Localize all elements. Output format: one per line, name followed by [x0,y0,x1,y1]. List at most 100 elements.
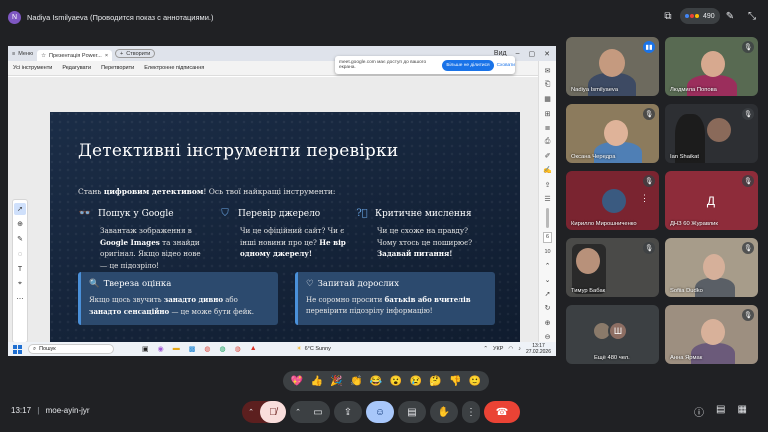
store-icon[interactable]: ▩ [189,345,196,353]
participant-tile[interactable]: 🎙 Sofiia Dudko [665,238,758,297]
minimize-icon[interactable]: – [516,50,520,58]
reaction-clap[interactable]: 👏 [350,376,362,387]
reactions-button[interactable]: ☺ [366,401,394,423]
audio-options-chevron-icon[interactable]: ⌃ [242,401,260,423]
rotate-icon[interactable]: ↻ [545,303,551,313]
menu-convert[interactable]: Перетворити [101,65,134,71]
stop-sharing-button[interactable]: Більше не ділитися [442,59,494,71]
participant-tile[interactable]: 🎙 Оксана Чередра [566,104,659,163]
reaction-sparkle-heart[interactable]: 💖 [291,376,303,387]
page-up-icon[interactable]: ⌃ [545,261,551,271]
menu-esign[interactable]: Електронне підписання [144,65,204,71]
pen-icon[interactable]: ✎ [722,9,738,23]
tray-chevron-icon[interactable]: ⌃ [483,346,488,352]
explorer-icon[interactable]: ▬ [173,345,180,353]
participant-avatar-initial: Д [706,194,716,208]
comment-icon[interactable]: ✉ [545,66,551,76]
reaction-thumbs-up[interactable]: 👍 [310,376,322,387]
reaction-thinking[interactable]: 🤔 [429,376,441,387]
taskbar-search[interactable]: ⌕ Пошук [28,344,114,354]
mic-off-button[interactable]: 🎙̸ [260,401,286,423]
collapse-icon[interactable]: ⤡ [744,9,760,23]
video-options-chevron-icon[interactable]: ⌃ [290,401,306,423]
chrome-icon[interactable]: ◍ [204,345,210,353]
chart-icon[interactable]: ☰ [544,194,550,204]
signature-icon[interactable]: ✍ [543,165,552,175]
new-tab-button[interactable]: + Створити [115,49,156,58]
reaction-surprised[interactable]: 😮 [390,376,402,387]
participant-tile[interactable]: 🎙 ⋮ Кирилло Мирошниченко [566,171,659,230]
more-participants-tile[interactable]: Ш Ещё 480 чел. [566,305,659,364]
zoom-icon[interactable]: ⊕ [14,218,26,230]
more-icon[interactable]: ⋯ [14,293,26,305]
participants-chip[interactable]: 490 [680,8,720,24]
pen-tool-icon[interactable]: ✎ [14,233,26,245]
reaction-add-icon[interactable]: 🙂 [469,376,481,387]
shared-screen: ≡ Меню ☆ Презентація Power... × + Створити В… [8,46,556,356]
taskbar-clock[interactable]: 13:17 27.02.2026 [526,343,551,355]
participant-name: Тимур Бабак [571,288,606,294]
stamp-icon[interactable]: ⌖ [14,278,26,290]
participant-tile[interactable]: 🎙 Тимур Бабак [566,238,659,297]
reaction-sad[interactable]: 😢 [409,376,421,387]
total-pages: 10 [544,248,551,255]
cursor-icon[interactable]: ➚ [14,203,26,215]
zoom-in-icon[interactable]: ⊕ [545,318,551,328]
chrome-3-icon[interactable]: ◍ [235,345,241,353]
pdf-right-sidebar: ✉ ⎗ ▦ ⊞ ≣ ⎙ ✐ ✍ ⇪ ☰ 6 10 ⌃ ⌄ ➚ ↻ ⊕ ⊖ [538,61,556,342]
copilot-icon[interactable]: ◉ [158,345,164,353]
edit-icon[interactable]: ✐ [545,151,551,161]
more-options-icon[interactable]: ⋮ [640,193,649,204]
menu-all-tools[interactable]: Усі інструменти [13,65,52,71]
speaking-indicator-icon: ▮▮ [643,41,655,53]
print-icon[interactable]: ⎙ [545,137,551,147]
task-view-icon[interactable]: ▣ [142,345,149,353]
info-icon[interactable]: ⓘ [694,404,704,419]
participant-tile[interactable]: Д 🎙 ДНЗ 60 Журавлик [665,171,758,230]
language-indicator[interactable]: УКР [493,346,503,352]
chat-icon[interactable]: ▤ [716,404,725,419]
tab-presentation[interactable]: ☆ Презентація Power... × [37,50,113,61]
layers-icon[interactable]: ≣ [545,123,551,133]
acrobat-icon[interactable]: ▲ [250,345,257,353]
close-icon[interactable]: × [105,53,108,59]
stop-present-icon[interactable]: ⧉ [660,9,676,23]
taskbar-weather[interactable]: ☀ 6°C Sunny [297,346,331,352]
windows-start-icon[interactable] [13,344,22,354]
people-icon [685,14,699,18]
attach-icon[interactable]: ⊞ [545,109,551,119]
page-number[interactable]: 6 [542,232,553,243]
text-icon[interactable]: T [14,263,26,275]
raise-hand-button[interactable]: ✋ [430,401,458,423]
more-options-button[interactable]: ⋮ [462,401,480,423]
activities-icon[interactable]: ▦ [737,404,746,419]
wifi-icon[interactable]: ◠ [508,346,513,352]
reaction-party[interactable]: 🎉 [330,376,342,387]
lasso-icon[interactable]: ◌ [14,248,26,260]
camera-button[interactable]: ▭ [306,401,330,423]
zoom-out-icon[interactable]: ⊖ [545,332,551,342]
hide-notice-button[interactable]: Сховати [497,63,515,68]
participant-tile[interactable]: 🎙 Анна Ярмак [665,305,758,364]
end-call-button[interactable]: ☎ [484,401,520,423]
reaction-thumbs-down[interactable]: 👎 [449,376,461,387]
scrollbar[interactable] [546,207,549,229]
captions-button[interactable]: ▤ [398,401,426,423]
share-icon[interactable]: ⇪ [545,180,551,190]
window-close-icon[interactable]: ✕ [544,50,550,58]
thumbnails-icon[interactable]: ▦ [544,94,551,104]
reaction-laugh[interactable]: 😂 [370,376,382,387]
bookmark-icon[interactable]: ⎗ [545,80,551,90]
select-icon[interactable]: ➚ [545,289,551,299]
mic-off-icon: 🎙 [643,108,655,120]
volume-icon[interactable]: ♪ [518,346,521,352]
maximize-icon[interactable]: ▢ [529,50,536,58]
menu-edit[interactable]: Редагувати [62,65,91,71]
participant-tile[interactable]: ▮▮ Nadiya Ismilyaeva [566,37,659,96]
page-down-icon[interactable]: ⌄ [545,275,551,285]
participant-tile[interactable]: 🎙 Людмила Попова [665,37,758,96]
tab-menu[interactable]: ≡ Меню [8,48,37,59]
participant-tile[interactable]: 🎙 Ian Shaikat [665,104,758,163]
chrome-2-icon[interactable]: ◍ [219,345,225,353]
present-button[interactable]: ⇪ [334,401,362,423]
